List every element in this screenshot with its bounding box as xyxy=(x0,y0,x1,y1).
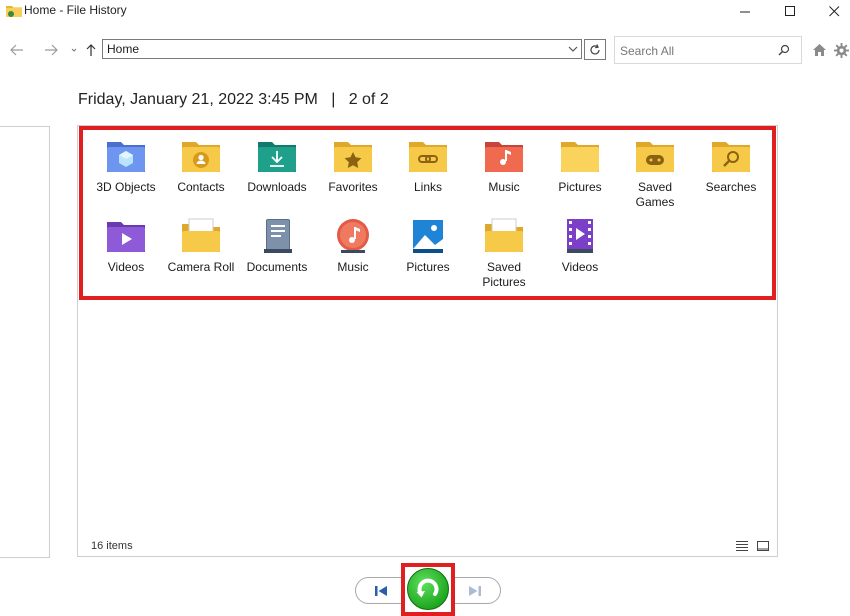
home-button[interactable] xyxy=(808,40,830,60)
address-bar[interactable]: Home xyxy=(102,39,582,59)
navigation-pane[interactable] xyxy=(0,126,50,558)
forward-button[interactable] xyxy=(40,40,62,60)
header-separator: | xyxy=(331,91,336,108)
refresh-icon xyxy=(590,43,600,54)
close-icon xyxy=(828,5,839,16)
maximize-button[interactable] xyxy=(767,0,813,22)
navigation-bar: Home Search All xyxy=(0,36,850,64)
details-view-icon[interactable] xyxy=(735,539,749,553)
backup-page-indicator: 2 of 2 xyxy=(348,91,389,108)
gear-icon xyxy=(833,42,849,58)
restore-icon xyxy=(416,578,439,598)
items-highlight-box xyxy=(79,126,776,300)
backup-date-header: Friday, January 21, 2022 3:45 PM | 2 of … xyxy=(78,91,389,109)
skip-next-icon xyxy=(469,586,481,596)
home-icon xyxy=(812,44,826,56)
minimize-button[interactable] xyxy=(722,0,768,22)
back-button[interactable] xyxy=(6,40,28,60)
next-version-button[interactable] xyxy=(464,582,486,600)
arrow-left-icon xyxy=(10,44,23,56)
address-text: Home xyxy=(107,42,140,56)
large-icons-view-icon[interactable] xyxy=(756,539,770,553)
search-box[interactable]: Search All xyxy=(614,36,802,64)
skip-previous-icon xyxy=(375,586,387,596)
restore-button[interactable] xyxy=(407,568,449,610)
arrow-right-icon xyxy=(45,44,58,56)
previous-version-button[interactable] xyxy=(370,582,392,600)
title-bar: Home - File History xyxy=(0,0,850,22)
search-icon[interactable] xyxy=(778,44,790,56)
up-button[interactable] xyxy=(80,40,102,60)
recent-locations-button[interactable] xyxy=(70,40,78,60)
folder-icon xyxy=(6,6,22,17)
chevron-down-icon xyxy=(71,48,77,52)
maximize-icon xyxy=(784,5,795,16)
refresh-button[interactable] xyxy=(584,39,606,60)
close-button[interactable] xyxy=(811,0,850,22)
chevron-down-icon[interactable] xyxy=(567,43,579,55)
settings-button[interactable] xyxy=(830,40,850,60)
search-input[interactable]: Search All xyxy=(620,44,674,58)
minimize-icon xyxy=(739,11,750,12)
file-history-window: Home - File History Home Search All Frid… xyxy=(0,0,850,616)
backup-date: Friday, January 21, 2022 3:45 PM xyxy=(78,91,318,108)
window-title: Home - File History xyxy=(24,3,127,17)
item-count: 16 items xyxy=(91,540,133,552)
arrow-up-icon xyxy=(86,43,96,56)
